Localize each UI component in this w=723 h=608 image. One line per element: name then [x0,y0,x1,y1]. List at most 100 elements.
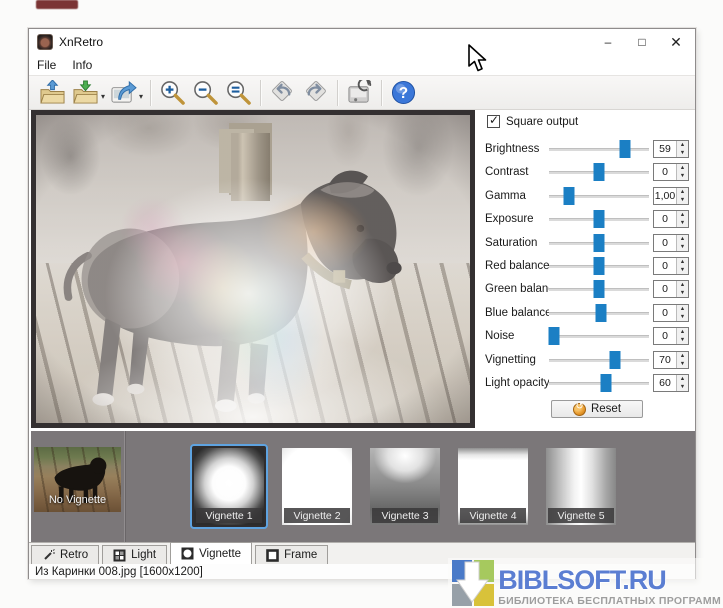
photo-preview[interactable] [36,115,470,423]
spin-up-icon[interactable]: ▲ [677,281,688,289]
spin-down-icon[interactable]: ▼ [677,149,688,157]
slider-handle[interactable] [549,327,560,345]
no-vignette-thumbnail[interactable]: No Vignette [34,447,121,512]
slider-handle[interactable] [564,187,575,205]
spinbox-arrows[interactable]: ▲▼ [676,188,688,204]
value-spinbox[interactable]: 1,00▲▼ [653,187,689,205]
spinbox-arrows[interactable]: ▲▼ [676,328,688,344]
spin-up-icon[interactable]: ▲ [677,305,688,313]
slider-track[interactable] [549,210,649,228]
slider-track[interactable] [549,234,649,252]
spin-up-icon[interactable]: ▲ [677,352,688,360]
export-image-button[interactable] [107,78,140,108]
slider-handle[interactable] [620,140,631,158]
zoom-in-button[interactable] [156,78,189,108]
vignette-thumbnail-5[interactable]: Vignette 5 [546,448,616,525]
spin-up-icon[interactable]: ▲ [677,258,688,266]
minimize-button[interactable]: – [591,29,625,55]
vignette-thumbnail-4[interactable]: Vignette 4 [458,448,528,525]
spin-down-icon[interactable]: ▼ [677,196,688,204]
tab-frame[interactable]: Frame [255,545,328,564]
spin-down-icon[interactable]: ▼ [677,313,688,321]
slider-handle[interactable] [610,351,621,369]
spin-down-icon[interactable]: ▼ [677,336,688,344]
slider-handle[interactable] [594,234,605,252]
tab-retro[interactable]: Retro [31,545,99,564]
spinbox-arrows[interactable]: ▲▼ [676,281,688,297]
slider-track[interactable] [549,304,649,322]
spinbox-arrows[interactable]: ▲▼ [676,211,688,227]
spinbox-arrows[interactable]: ▲▼ [676,235,688,251]
spinbox-value: 0 [654,258,676,274]
slider-track[interactable] [549,187,649,205]
value-spinbox[interactable]: 0▲▼ [653,210,689,228]
value-spinbox[interactable]: 60▲▼ [653,374,689,392]
slider-track[interactable] [549,163,649,181]
image-settings-button[interactable] [343,78,376,108]
value-spinbox[interactable]: 0▲▼ [653,163,689,181]
value-spinbox[interactable]: 0▲▼ [653,304,689,322]
spin-up-icon[interactable]: ▲ [677,375,688,383]
reset-button[interactable]: Reset [551,400,643,418]
spin-down-icon[interactable]: ▼ [677,172,688,180]
title-bar[interactable]: XnRetro – □ ✕ [29,29,695,55]
vignette-thumbnail-3[interactable]: Vignette 3 [370,448,440,525]
slider-track[interactable] [549,140,649,158]
value-spinbox[interactable]: 0▲▼ [653,327,689,345]
slider-track[interactable] [549,327,649,345]
slider-track[interactable] [549,280,649,298]
spin-down-icon[interactable]: ▼ [677,383,688,391]
slider-handle[interactable] [594,257,605,275]
tab-vignette[interactable]: Vignette [170,542,252,564]
spinbox-arrows[interactable]: ▲▼ [676,305,688,321]
spin-down-icon[interactable]: ▼ [677,360,688,368]
vignette-thumbnail-2[interactable]: Vignette 2 [282,448,352,525]
close-button[interactable]: ✕ [659,29,693,55]
slider-handle[interactable] [594,210,605,228]
spinbox-arrows[interactable]: ▲▼ [676,375,688,391]
menu-info[interactable]: Info [64,56,100,74]
spin-down-icon[interactable]: ▼ [677,219,688,227]
spinbox-arrows[interactable]: ▲▼ [676,352,688,368]
menu-bar: File Info [29,55,695,75]
slider-track[interactable] [549,374,649,392]
spin-down-icon[interactable]: ▼ [677,243,688,251]
value-spinbox[interactable]: 0▲▼ [653,234,689,252]
value-spinbox[interactable]: 59▲▼ [653,140,689,158]
value-spinbox[interactable]: 0▲▼ [653,280,689,298]
spin-down-icon[interactable]: ▼ [677,266,688,274]
value-spinbox[interactable]: 0▲▼ [653,257,689,275]
spin-up-icon[interactable]: ▲ [677,141,688,149]
spinbox-arrows[interactable]: ▲▼ [676,141,688,157]
spin-up-icon[interactable]: ▲ [677,235,688,243]
save-file-button[interactable] [69,78,102,108]
spin-up-icon[interactable]: ▲ [677,164,688,172]
slider-handle[interactable] [596,304,607,322]
dropdown-caret-icon[interactable]: ▾ [101,92,105,101]
open-file-button[interactable] [36,78,69,108]
square-output-row[interactable]: Square output [487,115,578,128]
dropdown-caret-icon[interactable]: ▾ [139,92,143,101]
maximize-button[interactable]: □ [625,29,659,55]
menu-file[interactable]: File [29,56,64,74]
square-output-checkbox[interactable] [487,115,500,128]
tab-light[interactable]: Light [102,545,167,564]
spin-up-icon[interactable]: ▲ [677,211,688,219]
value-spinbox[interactable]: 70▲▼ [653,351,689,369]
spin-up-icon[interactable]: ▲ [677,328,688,336]
help-button[interactable]: ? [387,78,420,108]
slider-handle[interactable] [594,280,605,298]
vignette-thumbnail-1[interactable]: Vignette 1 [190,444,268,529]
spin-up-icon[interactable]: ▲ [677,188,688,196]
slider-track[interactable] [549,257,649,275]
undo-button[interactable] [266,78,299,108]
spinbox-arrows[interactable]: ▲▼ [676,164,688,180]
redo-button[interactable] [299,78,332,108]
spin-down-icon[interactable]: ▼ [677,289,688,297]
slider-track[interactable] [549,351,649,369]
spinbox-arrows[interactable]: ▲▼ [676,258,688,274]
zoom-out-button[interactable] [189,78,222,108]
zoom-fit-button[interactable] [222,78,255,108]
slider-handle[interactable] [594,163,605,181]
slider-handle[interactable] [601,374,612,392]
